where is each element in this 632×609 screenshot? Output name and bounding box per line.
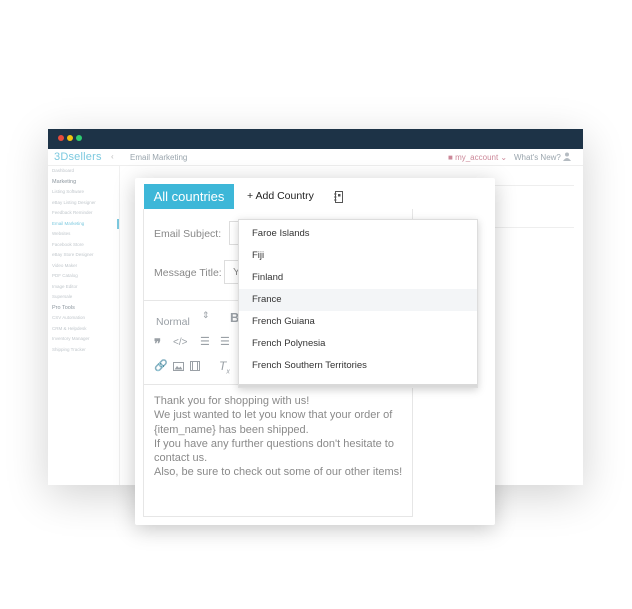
address-book-icon[interactable] — [334, 191, 344, 203]
sidebar-item[interactable]: Supersale — [48, 292, 119, 303]
message-body-line: {item_name} has been shipped. — [154, 423, 309, 436]
link-icon[interactable]: 🔗 — [154, 359, 168, 372]
add-country-button[interactable]: + Add Country — [247, 190, 314, 202]
country-option[interactable]: French Guiana — [239, 311, 477, 333]
ordered-list-icon[interactable]: ☰ — [200, 335, 210, 348]
sidebar-item[interactable]: Feedback Reminder — [48, 208, 119, 219]
message-body-line: We just wanted to let you know that your… — [154, 409, 393, 422]
sidebar-section-heading: Marketing — [52, 178, 77, 185]
app-logo[interactable]: 3Dsellers — [54, 151, 102, 163]
app-header: 3Dsellers ‹ Email Marketing ■ my_account… — [48, 149, 583, 166]
bullet-list-icon[interactable]: ☰ — [220, 335, 230, 348]
breadcrumb: Email Marketing — [130, 153, 188, 162]
close-dot-icon[interactable] — [58, 135, 64, 141]
content-divider — [494, 227, 574, 228]
sidebar: Dashboard Marketing Listing Software eBay L… — [48, 166, 120, 485]
user-icon[interactable] — [563, 152, 571, 161]
tab-all-countries[interactable]: All countries — [144, 184, 234, 209]
code-icon[interactable]: </> — [173, 337, 187, 348]
maximize-dot-icon[interactable] — [76, 135, 82, 141]
country-dropdown[interactable]: Faroe Islands Fiji Finland France French Gui… — [238, 219, 478, 388]
format-select-arrows-icon[interactable]: ⇕ — [202, 310, 210, 321]
window-titlebar — [48, 129, 583, 149]
sidebar-item[interactable]: Shipping Tracker — [48, 345, 119, 356]
sidebar-item[interactable]: eBay Store Designer — [48, 250, 119, 261]
sidebar-item[interactable]: Video Maker — [48, 261, 119, 272]
sidebar-item[interactable]: Image Editor — [48, 282, 119, 293]
message-body-line: Thank you for shopping with us! — [154, 395, 310, 407]
country-option[interactable]: Finland — [239, 267, 477, 289]
minimize-dot-icon[interactable] — [67, 135, 73, 141]
email-subject-label: Email Subject: — [154, 228, 222, 240]
sidebar-item[interactable]: Email Marketing — [48, 218, 119, 229]
message-body-line: contact us. — [154, 452, 208, 465]
blockquote-icon[interactable]: ❞ — [154, 336, 161, 352]
country-option[interactable]: French Polynesia — [239, 333, 477, 355]
account-name: my_account — [455, 153, 499, 162]
sidebar-item[interactable]: eBay Listing Designer — [48, 198, 119, 209]
country-option[interactable]: France — [239, 289, 477, 311]
message-title-label: Message Title: — [154, 267, 222, 279]
sidebar-item[interactable]: Dashboard — [48, 166, 119, 177]
sidebar-item[interactable]: PDF Catalog — [48, 271, 119, 282]
video-icon[interactable] — [190, 361, 200, 371]
sidebar-item[interactable]: CSV Automation — [48, 313, 119, 324]
image-icon[interactable] — [173, 362, 184, 371]
message-body-line: If you have any further questions don't … — [154, 437, 394, 450]
sidebar-item[interactable]: Inventory Manager — [48, 334, 119, 345]
collapse-sidebar-icon[interactable]: ‹ — [111, 152, 114, 161]
message-body-line: Also, be sure to check out some of our o… — [154, 466, 403, 479]
format-select[interactable]: Normal — [156, 316, 190, 328]
account-menu[interactable]: ■ my_account ⌄ — [448, 153, 507, 162]
clear-format-icon[interactable]: Tx — [219, 359, 230, 375]
country-option[interactable]: Faroe Islands — [239, 223, 477, 245]
dropdown-scrollbar[interactable] — [239, 384, 477, 387]
sidebar-section-heading: Pro Tools — [52, 304, 75, 311]
country-option[interactable]: Fiji — [239, 245, 477, 267]
country-option[interactable]: French Southern Territories — [239, 355, 477, 377]
content-divider — [494, 185, 574, 186]
sidebar-item[interactable]: Websites — [48, 229, 119, 240]
whats-new-link[interactable]: What's New? — [514, 153, 561, 162]
sidebar-item[interactable]: Listing Software — [48, 187, 119, 198]
sidebar-item[interactable]: CRM & Helpdesk — [48, 324, 119, 335]
sidebar-item[interactable]: Facebook Store — [48, 240, 119, 251]
message-body-editor[interactable]: Thank you for shopping with us! We just w… — [154, 394, 409, 480]
